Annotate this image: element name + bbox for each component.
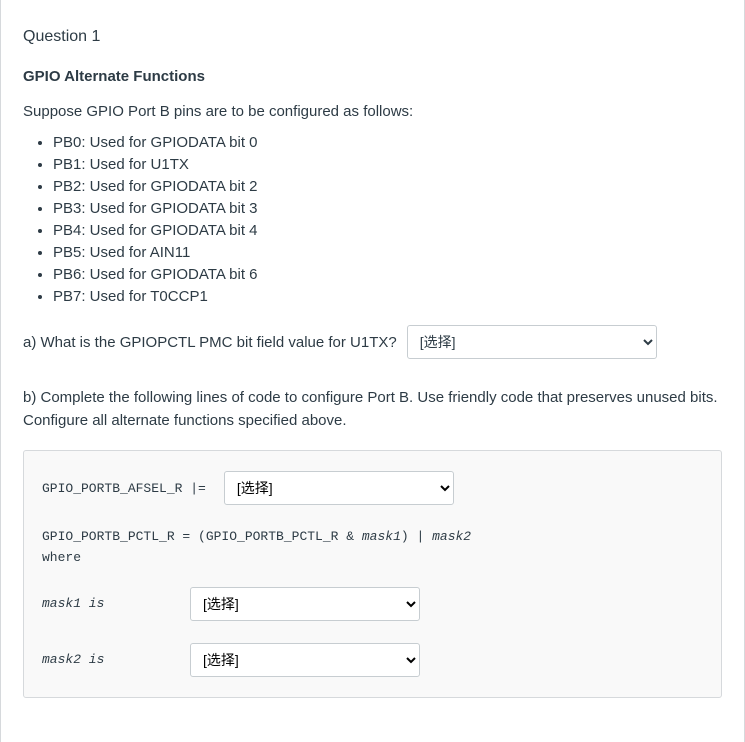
- pctl-code-block: GPIO_PORTB_PCTL_R = (GPIO_PORTB_PCTL_R &…: [42, 527, 703, 569]
- list-item: PB5: Used for AIN11: [53, 244, 722, 261]
- pctl-prefix: GPIO_PORTB_PCTL_R = (GPIO_PORTB_PCTL_R &: [42, 529, 362, 544]
- part-a-prompt: a) What is the GPIOPCTL PMC bit field va…: [23, 334, 397, 351]
- where-label: where: [42, 550, 81, 565]
- pctl-mask2-var: mask2: [432, 529, 471, 544]
- pctl-middle: ) |: [401, 529, 432, 544]
- list-item: PB3: Used for GPIODATA bit 3: [53, 200, 722, 217]
- mask1-row: mask1 is [选择]: [42, 587, 703, 621]
- afsel-select[interactable]: [选择]: [224, 471, 454, 505]
- mask1-select[interactable]: [选择]: [190, 587, 420, 621]
- part-a-select[interactable]: [选择]: [407, 325, 657, 359]
- mask2-row: mask2 is [选择]: [42, 643, 703, 677]
- section-title: GPIO Alternate Functions: [23, 68, 722, 85]
- list-item: PB6: Used for GPIODATA bit 6: [53, 266, 722, 283]
- part-a-row: a) What is the GPIOPCTL PMC bit field va…: [23, 325, 722, 359]
- list-item: PB2: Used for GPIODATA bit 2: [53, 178, 722, 195]
- code-box: GPIO_PORTB_AFSEL_R |= [选择] GPIO_PORTB_PC…: [23, 450, 722, 698]
- mask1-label: mask1 is: [42, 596, 172, 611]
- mask2-label: mask2 is: [42, 652, 172, 667]
- list-item: PB7: Used for T0CCP1: [53, 288, 722, 305]
- part-b-prompt: b) Complete the following lines of code …: [23, 387, 722, 432]
- pin-list: PB0: Used for GPIODATA bit 0 PB1: Used f…: [23, 134, 722, 305]
- question-number: Question 1: [23, 28, 722, 46]
- afsel-row: GPIO_PORTB_AFSEL_R |= [选择]: [42, 471, 703, 505]
- list-item: PB4: Used for GPIODATA bit 4: [53, 222, 722, 239]
- intro-text: Suppose GPIO Port B pins are to be confi…: [23, 103, 722, 120]
- mask2-select[interactable]: [选择]: [190, 643, 420, 677]
- afsel-code: GPIO_PORTB_AFSEL_R |=: [42, 481, 206, 496]
- pctl-mask1-var: mask1: [362, 529, 401, 544]
- question-container: Question 1 GPIO Alternate Functions Supp…: [0, 0, 745, 742]
- list-item: PB1: Used for U1TX: [53, 156, 722, 173]
- list-item: PB0: Used for GPIODATA bit 0: [53, 134, 722, 151]
